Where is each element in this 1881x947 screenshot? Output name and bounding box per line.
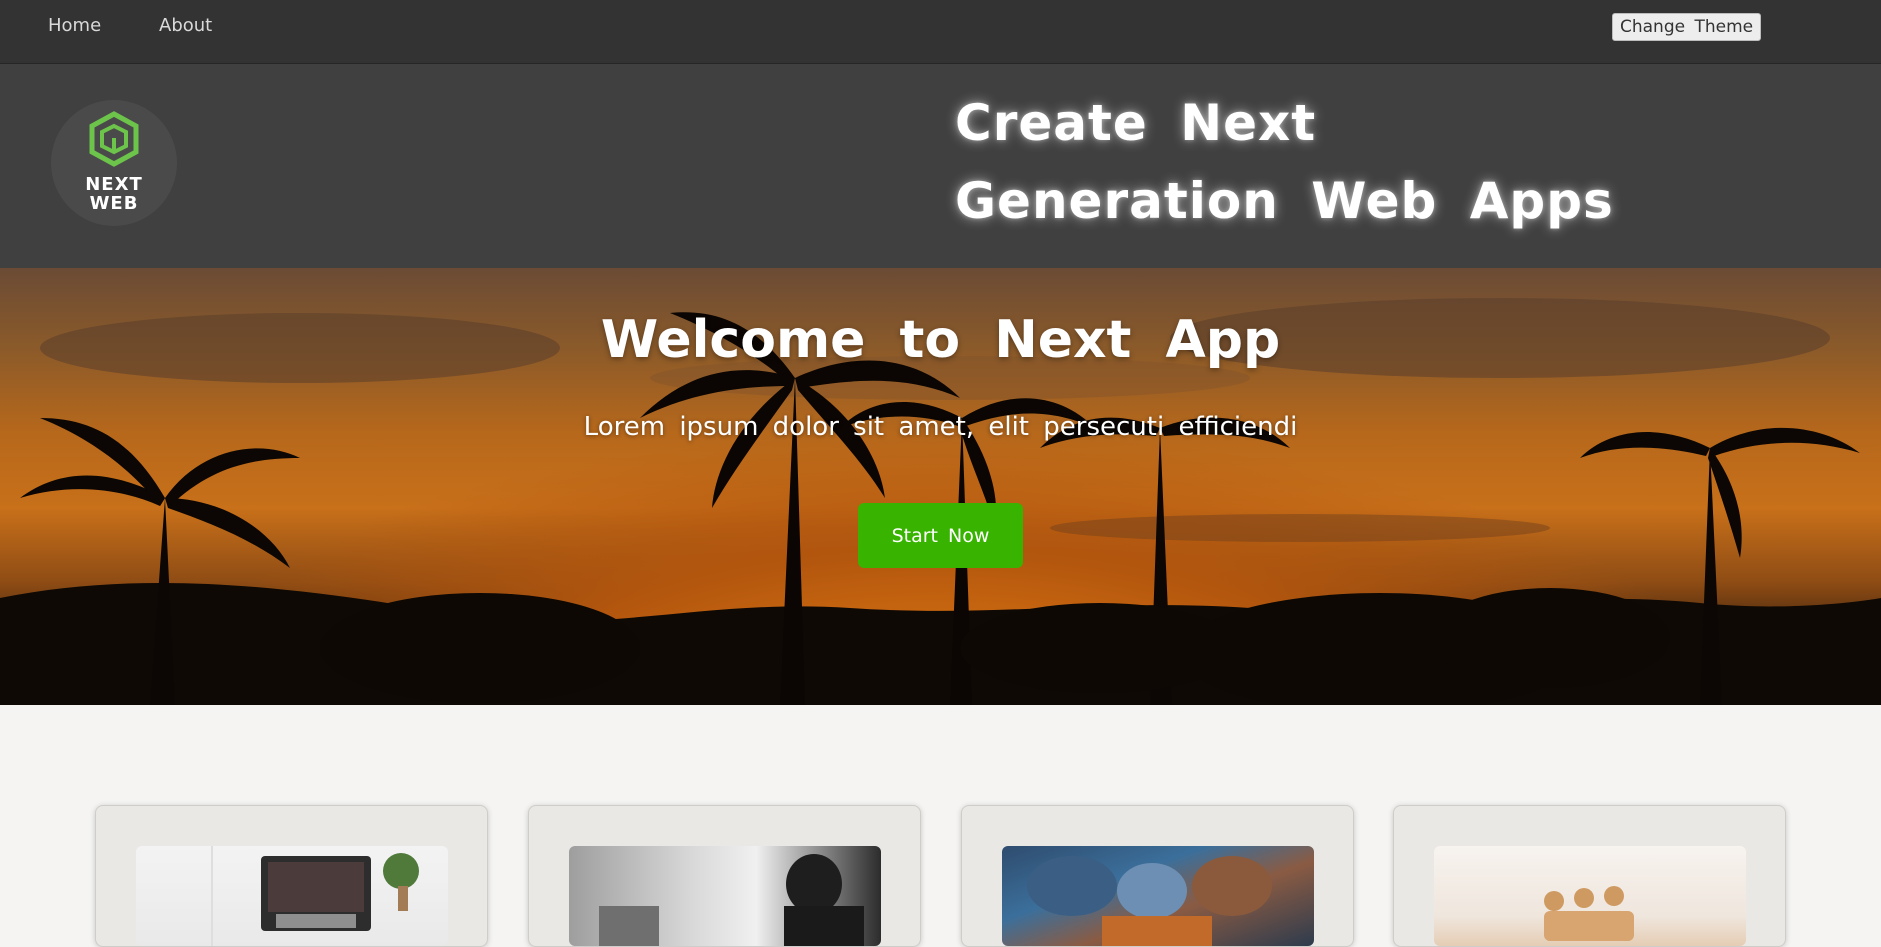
feature-card[interactable] [1393,805,1786,947]
team-hands-image [1002,846,1314,946]
start-now-button[interactable]: Start Now [858,503,1023,568]
header-banner [0,64,1881,268]
feature-cards [0,705,1881,947]
wooden-figures-image [1434,846,1746,946]
feature-card[interactable] [95,805,488,947]
hero-title: Welcome to Next App [600,310,1281,370]
nav-about-link[interactable]: About [159,15,212,36]
nav-home-link[interactable]: Home [48,15,101,36]
hero-section: Welcome to Next App Lorem ipsum dolor si… [0,268,1881,705]
hero-subtitle: Lorem ipsum dolor sit amet, elit persecu… [583,412,1298,442]
laptop-desk-image [136,846,448,946]
logo-wordmark-web: WEB [89,193,139,214]
feature-card[interactable] [961,805,1354,947]
logo-wordmark-next: NEXT [85,174,143,195]
top-navigation: Home About Change Theme [0,0,1881,64]
headline-line-1: Create Next [955,94,1317,152]
person-at-computer-image [569,846,881,946]
change-theme-button[interactable]: Change Theme [1612,13,1762,41]
feature-card[interactable] [528,805,921,947]
brand-logo[interactable]: NEXT WEB [51,100,177,226]
headline-line-2: Generation Web Apps [955,172,1614,230]
hexagon-cube-icon [89,111,139,167]
